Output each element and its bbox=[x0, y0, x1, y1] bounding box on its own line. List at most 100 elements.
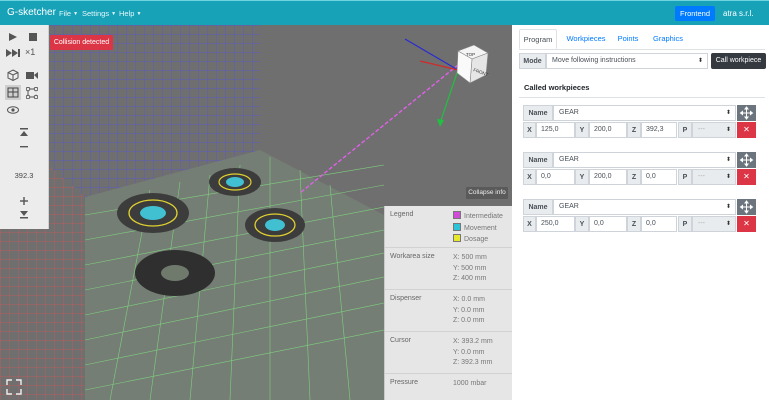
move-button[interactable] bbox=[737, 152, 756, 168]
move-arrows-icon bbox=[739, 153, 754, 167]
x-input[interactable]: 0,0 bbox=[536, 169, 575, 185]
delete-button[interactable]: ✕ bbox=[737, 122, 756, 138]
dispenser-row: Dispenser X: 0.0 mm Y: 0.0 mm Z: 0.0 mm bbox=[385, 290, 512, 332]
p-select-value: --- bbox=[698, 220, 705, 227]
nodes-icon[interactable] bbox=[26, 87, 38, 99]
frontend-button[interactable]: Frontend bbox=[675, 6, 715, 21]
menu-file[interactable]: File ▼ bbox=[59, 9, 78, 18]
workarea-row: Workarea size X: 500 mm Y: 500 mm Z: 400… bbox=[385, 248, 512, 290]
legend-list: Intermediate Movement Dosage bbox=[453, 211, 503, 246]
z-input[interactable]: 0,0 bbox=[641, 169, 677, 185]
app-brand[interactable]: G-sketcher bbox=[7, 7, 56, 18]
cursor-values: X: 393.2 mm Y: 0.0 mm Z: 392.3 mm bbox=[453, 337, 493, 369]
p-select[interactable]: --- ⬍ bbox=[692, 122, 736, 138]
select-arrows-icon: ⬍ bbox=[725, 204, 731, 210]
x-input[interactable]: 125,0 bbox=[536, 122, 575, 138]
p-label: P bbox=[678, 169, 692, 185]
p-select[interactable]: --- ⬍ bbox=[692, 169, 736, 185]
mode-row: Mode Move following instructions ⬍ Call … bbox=[519, 53, 766, 69]
workpiece-name-select[interactable]: GEAR ⬍ bbox=[553, 199, 736, 215]
move-button[interactable] bbox=[737, 199, 756, 215]
orientation-cube[interactable]: TOP FRONT bbox=[454, 45, 490, 87]
fullscreen-icon[interactable] bbox=[6, 379, 22, 397]
select-arrows-icon: ⬍ bbox=[725, 157, 731, 163]
mode-label: Mode bbox=[519, 53, 546, 69]
dispenser-label: Dispenser bbox=[390, 295, 422, 302]
workarea-y: Y: 500 mm bbox=[453, 264, 487, 272]
called-workpieces-title: Called workpieces bbox=[524, 83, 590, 92]
x-label: X bbox=[523, 216, 536, 232]
menu-help[interactable]: Help ▼ bbox=[119, 9, 141, 18]
play-icon[interactable] bbox=[8, 32, 18, 42]
workpiece-card: Name GEAR ⬍ X 125,0 Y 200,0 Z 392,3 P ---… bbox=[523, 105, 756, 138]
cursor-y: Y: 0.0 mm bbox=[453, 348, 485, 356]
p-select-value: --- bbox=[698, 173, 705, 180]
layer-bottom-icon[interactable] bbox=[19, 210, 29, 219]
collapse-info-button[interactable]: Collapse info bbox=[466, 187, 508, 199]
layer-plus-icon[interactable] bbox=[19, 196, 29, 206]
workpiece-name-select[interactable]: GEAR ⬍ bbox=[553, 105, 736, 121]
gear-3 bbox=[245, 208, 305, 242]
x-input[interactable]: 250,0 bbox=[536, 216, 575, 232]
cursor-label: Cursor bbox=[390, 337, 412, 344]
layer-top-icon[interactable] bbox=[19, 128, 29, 137]
workpiece-name-select[interactable]: GEAR ⬍ bbox=[553, 152, 736, 168]
caret-down-icon: ▼ bbox=[136, 11, 142, 17]
workarea-label: Workarea size bbox=[390, 253, 435, 260]
z-label: Z bbox=[627, 169, 641, 185]
y-input[interactable]: 0,0 bbox=[589, 216, 627, 232]
close-icon: ✕ bbox=[743, 219, 750, 228]
dispenser-y: Y: 0.0 mm bbox=[453, 306, 485, 314]
menu-settings[interactable]: Settings ▼ bbox=[82, 9, 116, 18]
y-input[interactable]: 200,0 bbox=[589, 122, 627, 138]
speed-multiplier[interactable]: ×1 bbox=[25, 47, 35, 57]
panel-tabs: Program Workpieces Points Graphics bbox=[519, 29, 765, 50]
camera-icon[interactable] bbox=[26, 71, 38, 80]
tab-workpieces[interactable]: Workpieces bbox=[563, 29, 609, 49]
name-label: Name bbox=[523, 105, 553, 121]
legend-item: Intermediate bbox=[453, 211, 503, 223]
call-workpiece-button[interactable]: Call workpiece bbox=[711, 53, 766, 69]
p-select-value: --- bbox=[698, 126, 705, 133]
tab-points[interactable]: Points bbox=[615, 29, 641, 49]
move-button[interactable] bbox=[737, 105, 756, 121]
gear-4 bbox=[135, 250, 215, 296]
z-input[interactable]: 392,3 bbox=[641, 122, 677, 138]
caret-down-icon: ▼ bbox=[111, 11, 117, 17]
caret-down-icon: ▼ bbox=[73, 11, 79, 17]
dispenser-x: X: 0.0 mm bbox=[453, 296, 485, 303]
delete-button[interactable]: ✕ bbox=[737, 216, 756, 232]
x-label: X bbox=[523, 122, 536, 138]
y-input[interactable]: 200,0 bbox=[589, 169, 627, 185]
stop-icon[interactable] bbox=[28, 32, 38, 42]
mode-select[interactable]: Move following instructions ⬍ bbox=[546, 53, 708, 69]
collision-badge: Collision detected bbox=[50, 35, 113, 50]
3d-viewport[interactable]: TOP FRONT Collision detected ×1 392.3 Co… bbox=[0, 25, 512, 400]
layer-minus-icon[interactable] bbox=[19, 145, 29, 149]
eye-icon[interactable] bbox=[7, 106, 19, 114]
tab-program[interactable]: Program bbox=[519, 29, 557, 49]
cube-view-icon[interactable] bbox=[7, 69, 19, 81]
z-input[interactable]: 0,0 bbox=[641, 216, 677, 232]
select-arrows-icon: ⬍ bbox=[697, 58, 703, 64]
z-label: Z bbox=[627, 122, 641, 138]
x-label: X bbox=[523, 169, 536, 185]
viewer-toolbar: ×1 392.3 bbox=[0, 25, 49, 229]
dispenser-z: Z: 0.0 mm bbox=[453, 317, 485, 324]
workpiece-name-value: GEAR bbox=[559, 203, 579, 210]
step-forward-icon[interactable] bbox=[6, 48, 20, 58]
select-arrows-icon: ⬍ bbox=[725, 221, 731, 227]
gear-1 bbox=[117, 193, 189, 233]
side-panel: Program Workpieces Points Graphics Mode … bbox=[512, 25, 769, 400]
delete-button[interactable]: ✕ bbox=[737, 169, 756, 185]
grid-toggle-icon[interactable] bbox=[5, 85, 21, 100]
svg-text:TOP: TOP bbox=[466, 52, 475, 57]
tab-graphics[interactable]: Graphics bbox=[651, 29, 685, 49]
workpiece-card: Name GEAR ⬍ X 0,0 Y 200,0 Z 0,0 P --- ⬍ ✕ bbox=[523, 152, 756, 185]
select-arrows-icon: ⬍ bbox=[725, 110, 731, 116]
select-arrows-icon: ⬍ bbox=[725, 127, 731, 133]
pressure-value: 1000 mbar bbox=[453, 380, 487, 387]
y-label: Y bbox=[575, 169, 589, 185]
swatch-intermediate bbox=[453, 211, 461, 219]
p-select[interactable]: --- ⬍ bbox=[692, 216, 736, 232]
